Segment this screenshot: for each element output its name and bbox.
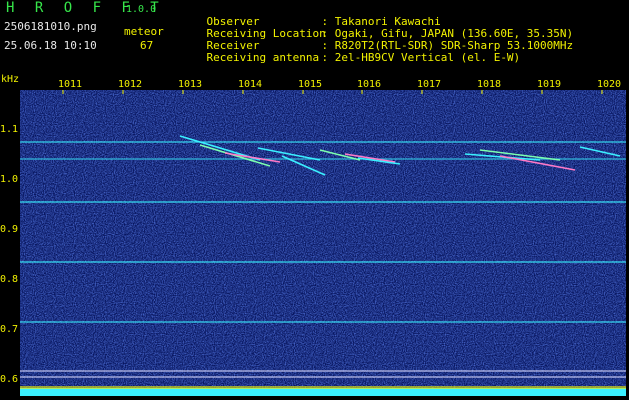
mode-label: meteor [124, 25, 164, 38]
y-tick-label: 0.6 [0, 374, 19, 385]
x-tick-label: 1016 [357, 79, 382, 90]
y-tick-label: 0.8 [0, 274, 19, 285]
x-tick-label: 1017 [417, 79, 442, 90]
spectrogram-canvas [20, 90, 626, 396]
y-tick-label: 1.0 [0, 174, 19, 185]
bottom-signal-edge [20, 386, 626, 389]
y-axis-unit: kHz [1, 74, 20, 85]
x-tick-label: 1020 [597, 79, 622, 90]
bottom-signal-band [20, 388, 626, 396]
x-tick-label: 1019 [537, 79, 562, 90]
meteor-count: 67 [140, 39, 154, 52]
spectrogram [20, 90, 626, 396]
app-version: 1.0.0 [126, 4, 157, 15]
y-tick-label: 0.7 [0, 324, 19, 335]
info-antenna: Receiving antenna: 2el-HB9CV Vertical (e… [206, 51, 521, 64]
x-tick-label: 1014 [238, 79, 263, 90]
noise-texture [20, 90, 626, 396]
y-tick-label: 0.9 [0, 224, 19, 235]
y-tick-label: 1.1 [0, 124, 19, 135]
file-name: 2506181010.png [4, 20, 97, 33]
x-tick-label: 1013 [178, 79, 203, 90]
date-time: 25.06.18 10:10 [4, 39, 97, 52]
x-tick-label: 1015 [298, 79, 323, 90]
x-tick-label: 1018 [477, 79, 502, 90]
x-tick-label: 1011 [58, 79, 83, 90]
header-panel: H R O F F T 1.0.0 2506181010.png 25.06.1… [0, 0, 629, 70]
x-tick-label: 1012 [118, 79, 143, 90]
info-value: 2el-HB9CV Vertical (el. E-W) [334, 51, 521, 64]
info-label: Receiving antenna [206, 51, 320, 64]
